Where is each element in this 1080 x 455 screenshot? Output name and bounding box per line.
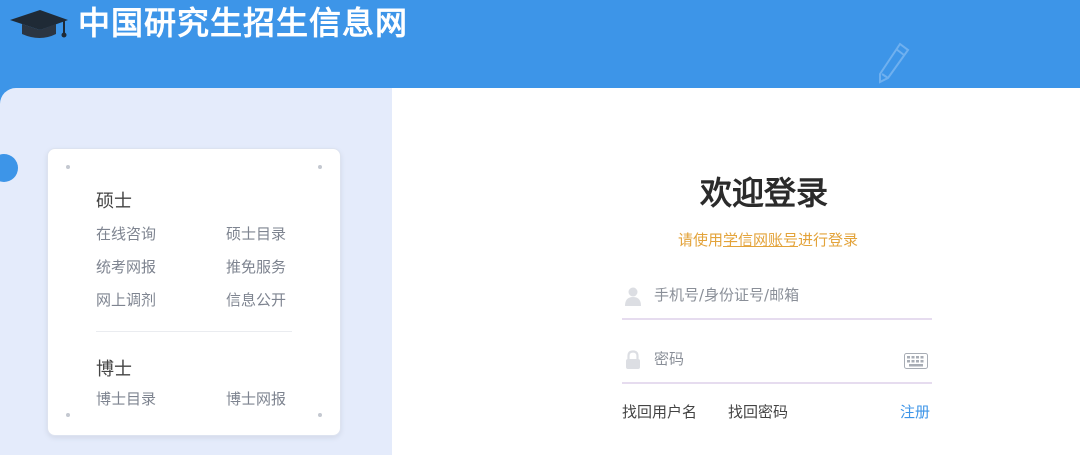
site-header: 中国研究生招生信息网 [0,0,1080,88]
corner-dot [66,413,70,417]
username-field [622,274,932,320]
link-exam-registration[interactable]: 统考网报 [96,256,156,277]
site-title[interactable]: 中国研究生招生信息网 [78,2,408,44]
login-subtitle: 请使用学信网账号进行登录 [678,229,858,250]
login-title: 欢迎登录 [700,174,829,212]
service-nav-card: 硕士 在线咨询 硕士目录 统考网报 推免服务 网上调剂 信息公开 博士 博士目录… [47,148,341,436]
link-doctoral-registration[interactable]: 博士网报 [226,388,286,409]
link-recommendation-service[interactable]: 推免服务 [226,256,286,277]
pencil-icon [879,42,910,84]
left-panel: 硕士 在线咨询 硕士目录 统考网报 推免服务 网上调剂 信息公开 博士 博士目录… [0,88,392,455]
user-icon [625,287,641,306]
link-online-consult[interactable]: 在线咨询 [96,223,156,244]
keyboard-icon[interactable] [904,353,928,369]
xuexin-account-link[interactable]: 学信网账号 [723,231,798,249]
corner-dot [66,165,70,169]
find-username-link[interactable]: 找回用户名 [622,401,697,422]
subtitle-suffix: 进行登录 [798,231,859,249]
login-panel: 欢迎登录 请使用学信网账号进行登录 找回用户名 找回密码 注册 [392,88,1080,455]
password-input[interactable] [654,346,894,372]
lock-icon [626,350,640,369]
username-input[interactable] [654,282,894,308]
link-doctoral-catalog[interactable]: 博士目录 [96,388,156,409]
graduation-cap-icon[interactable] [6,4,70,44]
side-dot [0,154,18,182]
divider [96,331,292,332]
doctoral-section-title: 博士 [96,359,132,380]
link-masters-catalog[interactable]: 硕士目录 [226,223,286,244]
password-field [622,338,932,384]
subtitle-prefix: 请使用 [678,231,724,249]
masters-section-title: 硕士 [96,191,132,212]
find-password-link[interactable]: 找回密码 [728,401,788,422]
link-info-disclosure[interactable]: 信息公开 [226,289,286,310]
corner-dot [318,413,322,417]
register-link[interactable]: 注册 [900,401,930,422]
corner-dot [318,165,322,169]
link-online-adjustment[interactable]: 网上调剂 [96,289,156,310]
